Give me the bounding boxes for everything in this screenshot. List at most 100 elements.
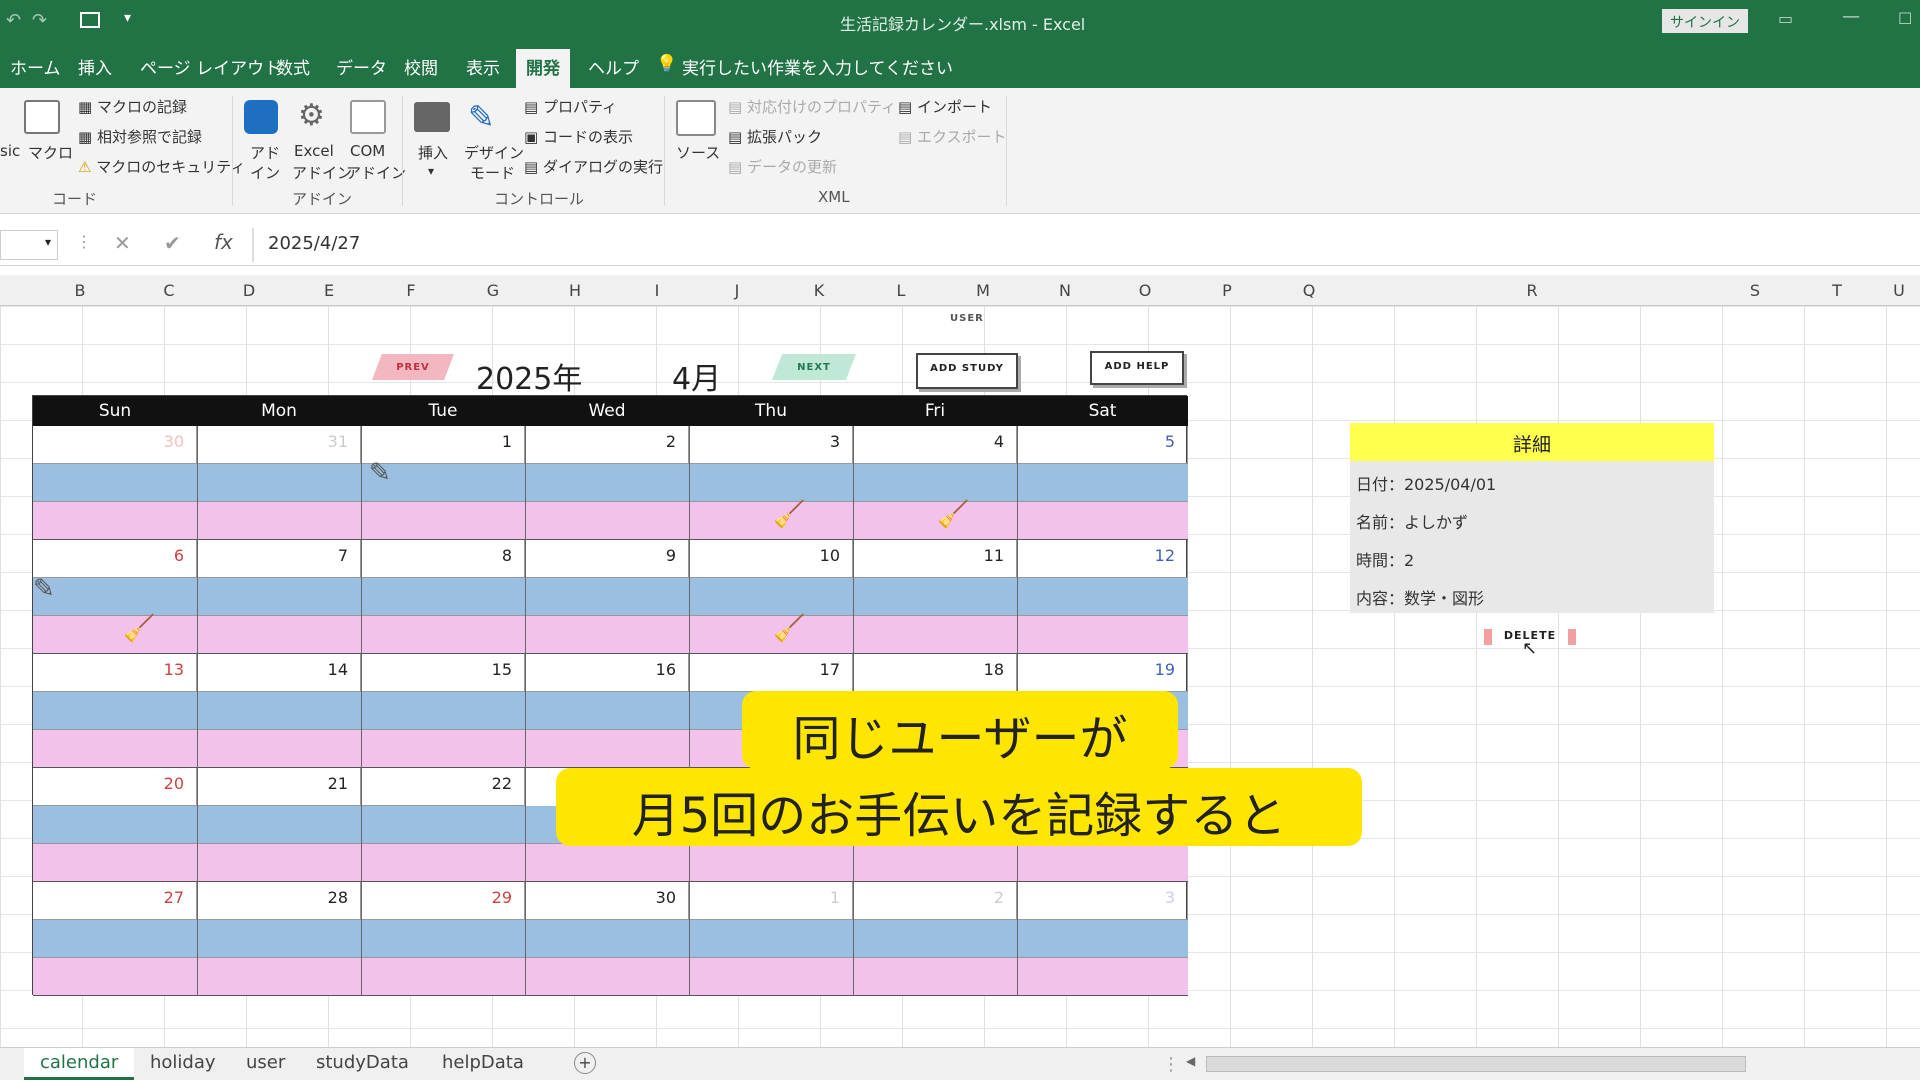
macro-icon[interactable] [24,100,60,134]
form-icon[interactable] [80,12,100,28]
day-cell[interactable]: 28 [197,882,361,920]
properties-button[interactable]: ▤ プロパティ [524,96,617,117]
next-button[interactable]: NEXT [772,354,856,380]
day-cell[interactable]: 13 [33,654,197,692]
prev-button[interactable]: PREV [372,354,454,380]
day-cell[interactable]: 2 [853,882,1017,920]
day-cell[interactable]: 3 [1017,882,1188,920]
macro-button[interactable]: マクロ [28,142,73,163]
sheet-tab-calendar[interactable]: calendar [24,1048,135,1080]
day-cell[interactable]: 19 [1017,654,1188,692]
insert-control-button[interactable]: 挿入 [418,142,448,163]
day-cell[interactable]: 7 [197,540,361,578]
col-header[interactable]: U [1878,281,1920,300]
col-header[interactable]: E [288,281,370,300]
quick-access-dropdown-icon[interactable]: ▾ [124,10,131,26]
insert-dropdown-icon[interactable]: ▾ [428,164,434,178]
col-header[interactable]: J [696,281,778,300]
broom-icon[interactable]: 🧹 [773,500,805,530]
day-cell[interactable]: 12 [1017,540,1188,578]
help-row[interactable] [33,844,1188,882]
tab-developer[interactable]: 開発 [516,49,570,88]
col-header[interactable]: H [534,281,616,300]
add-study-button[interactable]: ADD STUDY [916,353,1018,389]
day-cell[interactable]: 9 [525,540,689,578]
ribbon-display-icon[interactable]: ▭ [1778,9,1793,28]
day-cell[interactable]: 22 [361,768,525,806]
day-cell[interactable]: 11 [853,540,1017,578]
col-header[interactable]: N [1024,281,1106,300]
col-header[interactable]: I [616,281,698,300]
view-code-button[interactable]: ▣ コードの表示 [524,126,633,147]
insert-function-icon[interactable]: fx [214,230,233,254]
col-header[interactable]: O [1104,281,1186,300]
addins-icon[interactable] [244,100,278,134]
run-dialog-button[interactable]: ▤ ダイアログの実行 [524,156,663,177]
name-box-dropdown-icon[interactable]: ▾ [0,230,58,260]
col-header[interactable]: Q [1268,281,1350,300]
xml-source-icon[interactable] [676,100,716,136]
col-header[interactable]: R [1350,281,1714,300]
map-properties-button[interactable]: ▤ 対応付けのプロパティ [728,96,896,117]
col-header[interactable]: C [128,281,210,300]
tab-review[interactable]: 校閲 [404,54,438,79]
col-header[interactable]: G [452,281,534,300]
sheet-tab-holiday[interactable]: holiday [150,1052,216,1073]
relative-ref-button[interactable]: ▦ 相対参照で記録 [78,126,202,147]
user-button[interactable]: USER [950,313,984,324]
sheet-tab-helpdata[interactable]: helpData [442,1052,524,1073]
day-cell[interactable]: 2 [525,426,689,464]
enter-icon[interactable]: ✔ [164,231,181,255]
tab-formulas[interactable]: 数式 [276,54,310,79]
col-header[interactable]: K [778,281,860,300]
pencil-icon[interactable]: ✎ [33,574,55,604]
formula-input[interactable]: 2025/4/27 [268,233,360,254]
day-cell[interactable]: 10 [689,540,853,578]
study-row[interactable] [33,920,1188,958]
broom-icon[interactable]: 🧹 [773,614,805,644]
day-cell[interactable]: 5 [1017,426,1188,464]
cancel-icon[interactable]: ✕ [114,231,131,255]
day-cell[interactable]: 8 [361,540,525,578]
toolbox-icon[interactable] [414,102,450,132]
com-addins-icon[interactable] [350,100,386,134]
study-row[interactable] [33,464,1188,502]
record-macro-button[interactable]: ▦ マクロの記録 [78,96,187,117]
day-cell[interactable]: 15 [361,654,525,692]
tab-page-layout[interactable]: ページ レイアウト [140,54,281,79]
signin-button[interactable]: サインイン [1662,9,1748,33]
day-cell[interactable]: 1 [689,882,853,920]
broom-icon[interactable]: 🧹 [937,500,969,530]
col-header[interactable]: M [942,281,1024,300]
col-header[interactable]: F [370,281,452,300]
import-button[interactable]: ▤ インポート [898,96,992,117]
add-sheet-icon[interactable]: + [574,1052,596,1074]
help-row[interactable] [33,616,1188,654]
help-row[interactable] [33,502,1188,540]
scroll-left-icon[interactable]: ◀ [1186,1054,1195,1068]
pencil-icon[interactable]: ✎ [369,458,391,488]
day-cell[interactable]: 31 [197,426,361,464]
add-help-button[interactable]: ADD HELP [1090,351,1184,385]
day-cell[interactable]: 20 [33,768,197,806]
help-row[interactable] [33,958,1188,996]
day-cell[interactable]: 27 [33,882,197,920]
day-cell[interactable]: 30 [525,882,689,920]
tab-home[interactable]: ホーム [10,54,61,79]
col-header[interactable]: P [1186,281,1268,300]
visual-basic-button[interactable]: sic [0,142,20,160]
day-cell[interactable]: 3 [689,426,853,464]
gear-icon[interactable]: ⚙ [298,98,330,134]
tell-me-search[interactable]: 実行したい作業を入力してください [682,54,953,79]
broom-icon[interactable]: 🧹 [123,614,155,644]
tab-insert[interactable]: 挿入 [78,54,112,79]
design-mode-icon[interactable]: ✎ [468,98,504,136]
day-cell[interactable]: 17 [689,654,853,692]
tab-help[interactable]: ヘルプ [588,54,639,79]
day-cell[interactable]: 6 [33,540,197,578]
day-cell[interactable]: 29 [361,882,525,920]
undo-icon[interactable]: ↶ [6,10,21,31]
redo-icon[interactable]: ↷ [32,10,47,31]
col-header[interactable]: B [32,281,128,300]
xml-source-button[interactable]: ソース [676,142,720,163]
